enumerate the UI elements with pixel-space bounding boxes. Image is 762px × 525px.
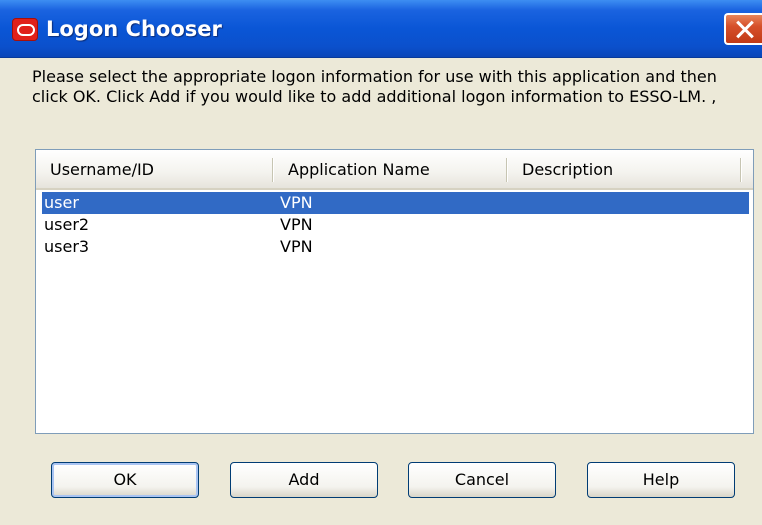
ok-button[interactable]: OK — [51, 462, 199, 498]
list-row[interactable]: user3 VPN — [42, 236, 749, 258]
title-bar[interactable]: Logon Chooser — [0, 0, 762, 58]
help-button[interactable]: Help — [587, 462, 735, 498]
cancel-button[interactable]: Cancel — [408, 462, 556, 498]
logon-chooser-dialog: Logon Chooser Please select the appropri… — [0, 0, 762, 525]
add-button[interactable]: Add — [230, 462, 378, 498]
column-divider[interactable] — [740, 158, 742, 182]
column-header-description[interactable]: Description — [508, 150, 740, 188]
list-row[interactable]: user VPN — [42, 192, 749, 214]
cell-application: VPN — [280, 237, 313, 256]
close-button[interactable] — [724, 13, 762, 45]
cell-application: VPN — [280, 215, 313, 234]
logon-list[interactable]: Username/ID Application Name Description… — [35, 149, 754, 434]
cell-application: VPN — [280, 193, 313, 212]
list-rows: user VPN user2 VPN user3 VPN — [42, 192, 749, 258]
column-header-application[interactable]: Application Name — [274, 150, 506, 188]
cell-username: user2 — [44, 215, 90, 234]
column-header-username[interactable]: Username/ID — [36, 150, 272, 188]
oracle-logo-icon — [12, 18, 38, 41]
window-title: Logon Chooser — [46, 17, 222, 41]
list-row[interactable]: user2 VPN — [42, 214, 749, 236]
cell-username: user — [44, 193, 79, 212]
instructions-text: Please select the appropriate logon info… — [32, 67, 717, 106]
cell-username: user3 — [44, 237, 90, 256]
list-header: Username/ID Application Name Description — [36, 150, 753, 190]
